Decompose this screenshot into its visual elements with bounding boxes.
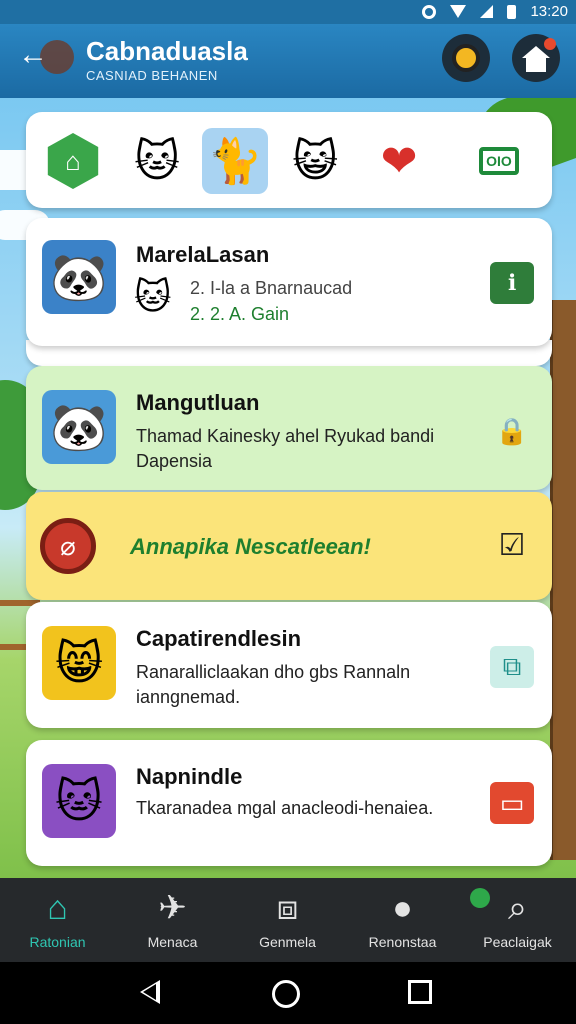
list-item[interactable]: 😸 Capatirendlesin Ranaralliclaakan dho g… xyxy=(26,602,552,728)
puzzle-button[interactable]: ⧉ xyxy=(490,646,534,688)
tree-trunk-decoration xyxy=(550,300,576,860)
gray-cat-icon[interactable]: 🐈 xyxy=(202,128,268,194)
coin-button[interactable] xyxy=(442,34,490,82)
battery-icon xyxy=(507,4,517,19)
status-bar: 13:20 xyxy=(0,0,576,24)
notification-badge xyxy=(470,888,490,908)
gift-card-icon[interactable]: OIO xyxy=(466,128,532,194)
app-subtitle: CASNIAD BEHANEN xyxy=(86,68,218,83)
avatar: 🐼 xyxy=(42,240,116,314)
forbidden-icon: ⌀ xyxy=(40,518,96,574)
card-description: Tkaranadea mgal anacleodi-henaiea. xyxy=(136,798,434,818)
nav-item-location[interactable]: ● Renonstaa xyxy=(345,888,460,950)
nav-item-home[interactable]: ⌂ Ratonian xyxy=(0,888,115,950)
system-home-icon[interactable] xyxy=(272,980,300,1008)
list-item[interactable]: 🐼 Mangutluan Thamad Kainesky ahel Ryukad… xyxy=(26,366,552,490)
status-time: 13:20 xyxy=(530,3,568,20)
banner-text: Annapika Nescatleean! xyxy=(130,534,371,559)
nav-label: Ratonian xyxy=(29,934,86,950)
category-icon-strip: ⌂ 🐱 🐈 😺 ❤ OIO xyxy=(26,112,552,208)
nav-label: Renonstaa xyxy=(368,934,437,950)
nav-label: Peaclaigak xyxy=(483,934,552,950)
info-icon: ℹ xyxy=(507,270,517,295)
card-description: Thamad Kainesky ahel Ryukad bandi Dapens… xyxy=(136,426,435,471)
nav-label: Menaca xyxy=(147,934,198,950)
card-button[interactable]: ▭ xyxy=(490,782,534,824)
checkbox-icon: ☑ xyxy=(498,528,526,562)
avatar: 🐱 xyxy=(42,764,116,838)
home-button[interactable] xyxy=(512,34,560,82)
confirm-checkbox[interactable]: ☑ xyxy=(490,524,534,566)
small-cat-avatar: 🐱 xyxy=(134,276,172,317)
lock-bag-button[interactable]: 🔒 xyxy=(490,410,534,452)
nav-label: Genmela xyxy=(259,934,316,950)
cards-icon: ⧈ xyxy=(276,889,299,927)
wifi-icon xyxy=(450,5,467,18)
alarm-icon xyxy=(422,4,437,19)
card-title: MarelaLasan xyxy=(136,242,270,267)
system-navigation-bar xyxy=(0,962,576,1024)
card-title: Capatirendlesin xyxy=(136,626,302,651)
orange-cat-icon[interactable]: 😺 xyxy=(282,128,348,194)
notification-dot xyxy=(544,38,556,50)
app-title: Cabnaduasla xyxy=(86,36,248,66)
card-title: Napnindle xyxy=(136,764,243,789)
heart-icon[interactable]: ❤ xyxy=(366,128,432,194)
app-header: ← Cabnaduasla CASNIAD BEHANEN xyxy=(0,24,576,98)
lock-bag-icon: 🔒 xyxy=(495,415,529,446)
list-item[interactable]: 🐱 Napnindle Tkaranadea mgal anacleodi-he… xyxy=(26,740,552,866)
system-back-icon[interactable] xyxy=(140,980,160,1004)
card-title: Mangutluan xyxy=(136,390,260,415)
bottom-navigation: ⌂ Ratonian ✈ Menaca ⧈ Genmela ● Renonsta… xyxy=(0,878,576,962)
nav-item-messages[interactable]: ✈ Menaca xyxy=(115,888,230,950)
info-button[interactable]: ℹ xyxy=(490,262,534,304)
avatar: 🐼 xyxy=(42,390,116,464)
signal-icon xyxy=(480,5,494,18)
card-description: Ranaralliclaakan dho gbs Rannaln ianngne… xyxy=(136,662,411,707)
puzzle-icon: ⧉ xyxy=(502,651,522,681)
coin-icon xyxy=(452,44,480,72)
home-hexagon-icon[interactable]: ⌂ xyxy=(40,128,106,194)
card-icon: ▭ xyxy=(499,787,525,818)
pin-icon: ● xyxy=(392,889,413,927)
cat-face-icon[interactable]: 🐱 xyxy=(124,128,190,194)
home-icon: ⌂ xyxy=(47,889,68,927)
card-detail-line: 2. I-la a Bnarnaucad xyxy=(190,278,353,298)
system-recents-icon[interactable] xyxy=(408,980,432,1004)
avatar: 😸 xyxy=(42,626,116,700)
nav-item-games[interactable]: ⧈ Genmela xyxy=(230,888,345,950)
card-gain-line: 2. 2. A. Gain xyxy=(190,304,290,324)
announcement-banner[interactable]: ⌀ Annapika Nescatleean! ☑ xyxy=(26,492,552,600)
list-item[interactable]: 🐼 MarelaLasan 🐱 2. I-la a Bnarnaucad 2. … xyxy=(26,218,552,346)
back-arrow-icon[interactable]: ← xyxy=(18,40,48,70)
paper-plane-icon: ✈ xyxy=(158,889,187,927)
